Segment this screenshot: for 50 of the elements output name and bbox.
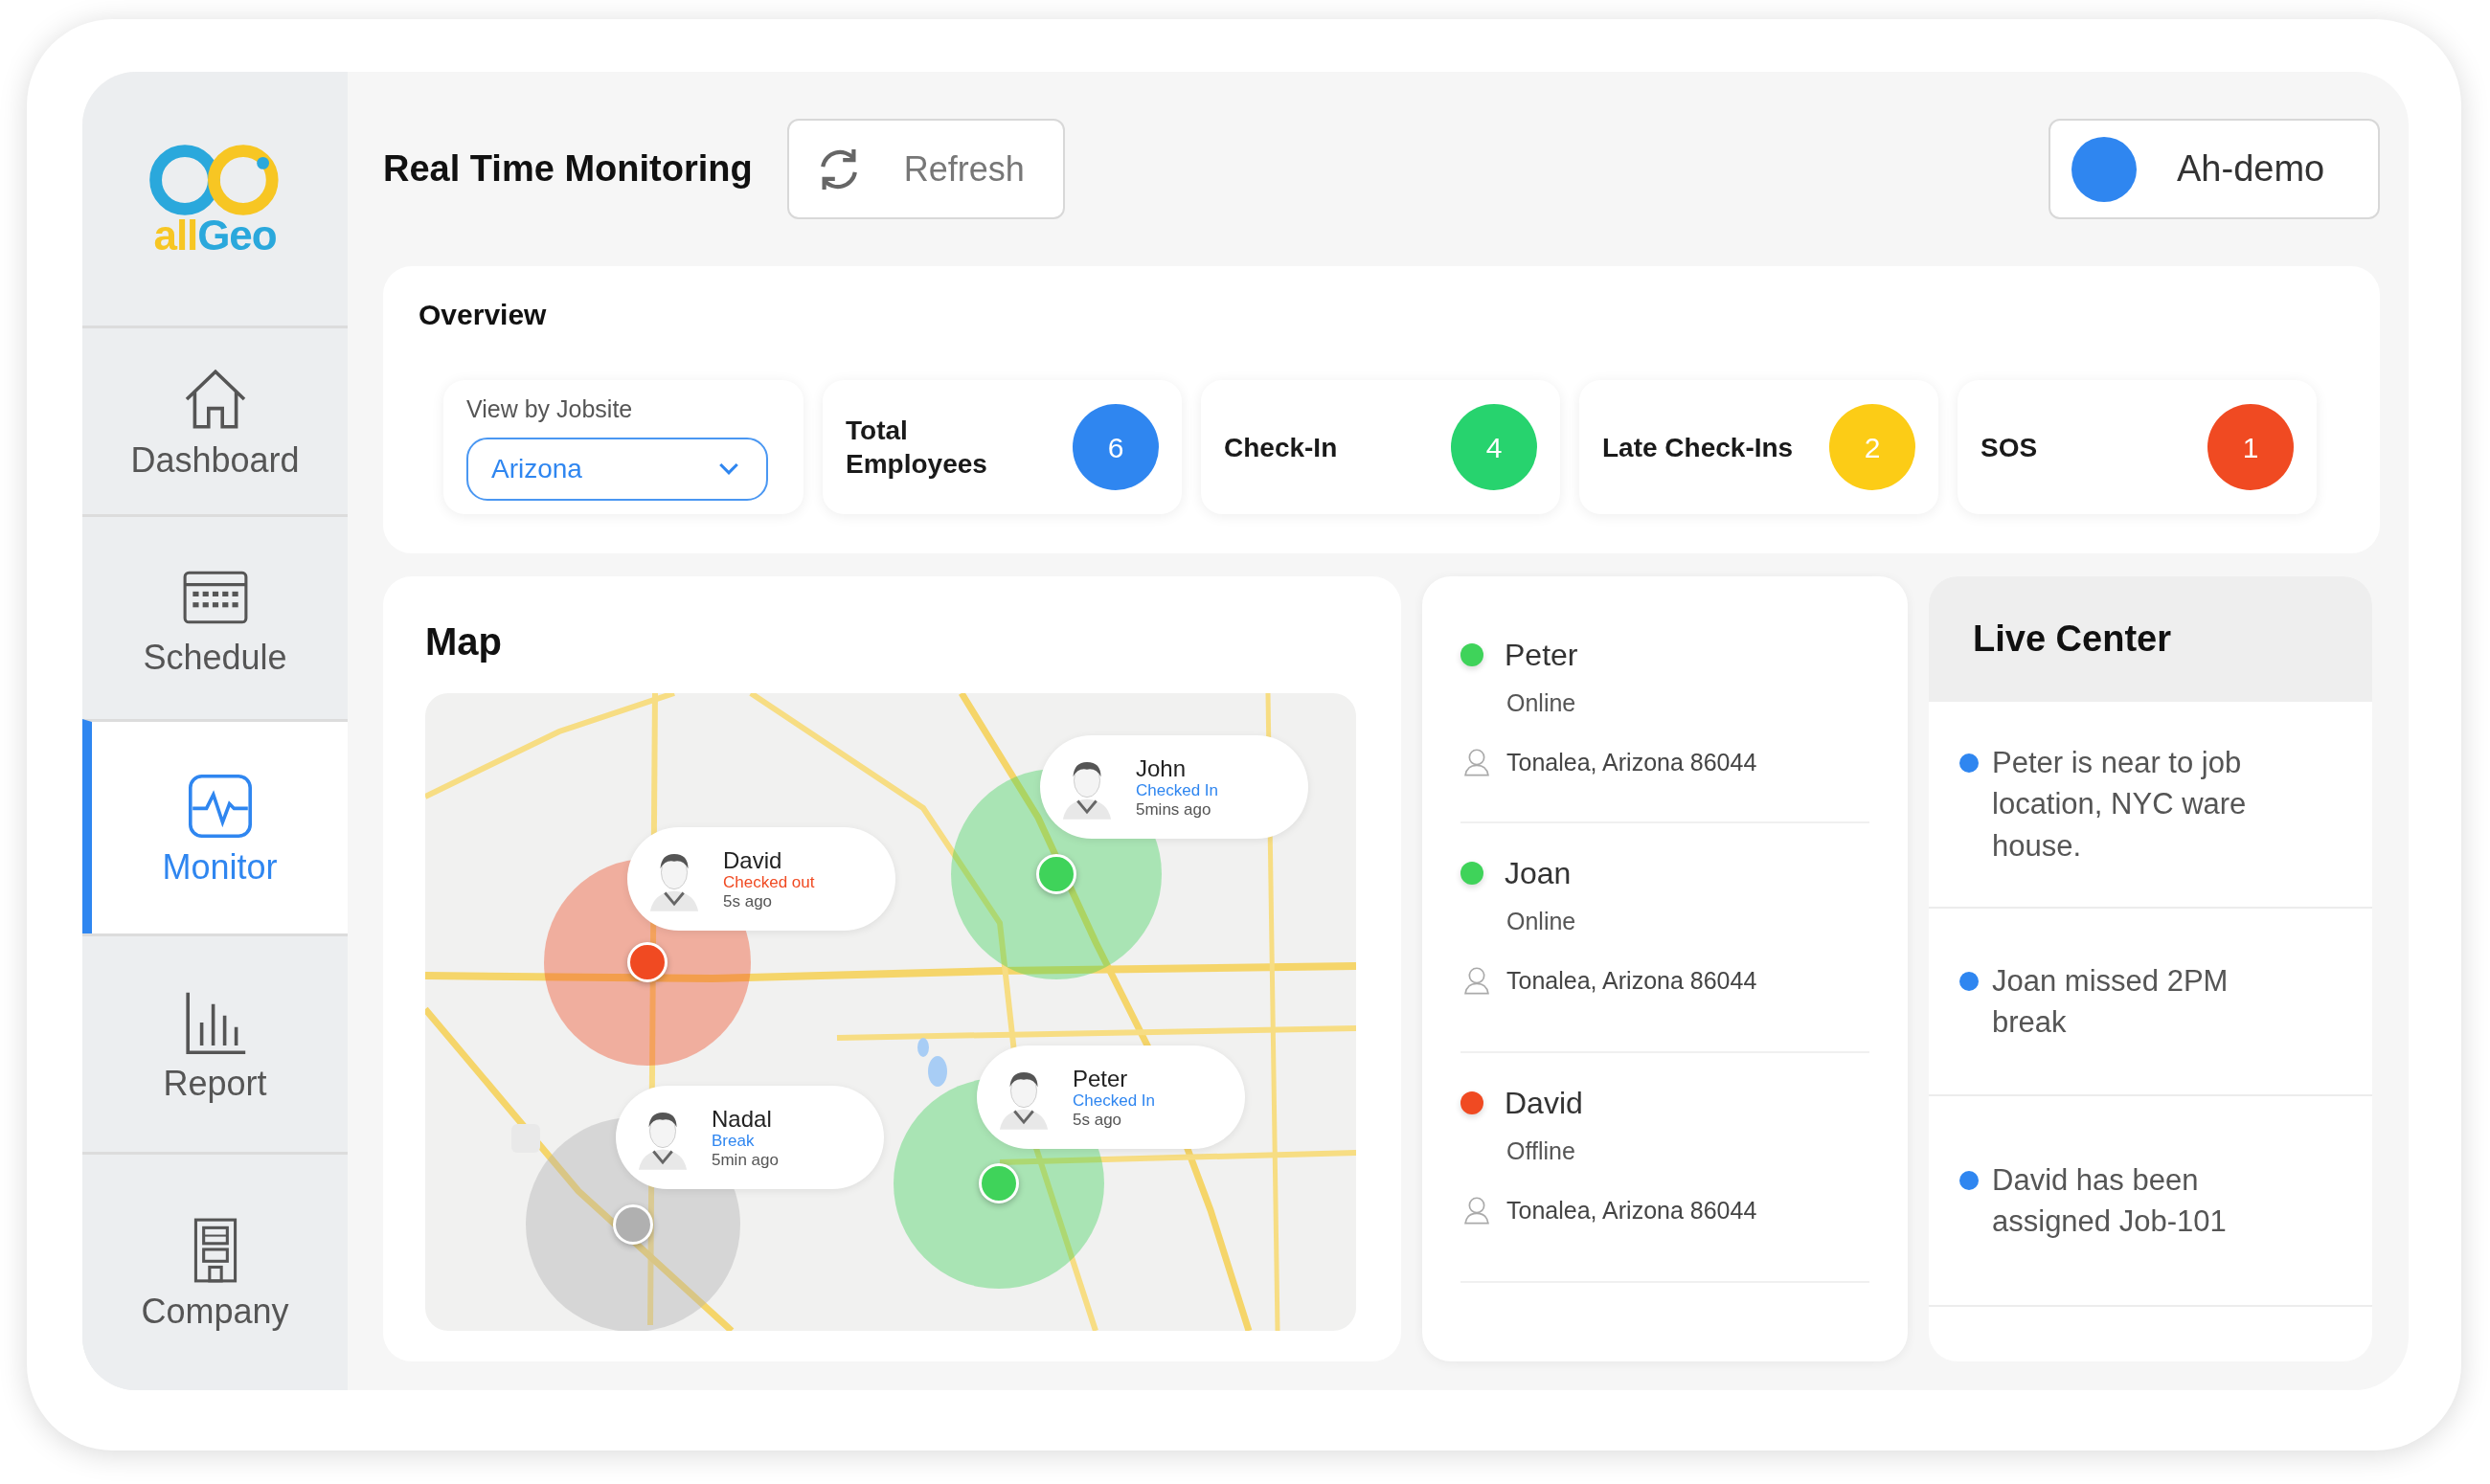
location-text: Tonalea, Arizona 86044: [1506, 747, 1757, 777]
employee-status: Checked out: [723, 873, 815, 892]
sidebar-item[interactable]: Company: [82, 1152, 348, 1390]
logo-text: allGeo: [153, 214, 277, 257]
notification-text: David has been assigned Job-101: [1992, 1161, 2228, 1240]
employee-name: Nadal: [712, 1105, 773, 1133]
employee-popup[interactable]: John Checked In 5mins ago: [1040, 735, 1308, 839]
notification-text: Peter is near to job location, NYC ware house.: [1992, 744, 2248, 865]
stat-label: Total Employees: [846, 415, 988, 481]
employee-name: Peter: [1505, 637, 1578, 674]
jobsite-dropdown[interactable]: Arizona: [466, 437, 768, 501]
employee-status: Offline: [1506, 1136, 1576, 1166]
employee-status: Break: [712, 1132, 756, 1151]
section-title: Map: [425, 619, 503, 664]
notification-text: Joan missed 2PM break: [1992, 962, 2230, 1041]
employee-name: David: [723, 846, 783, 874]
employee-status: Online: [1506, 907, 1577, 936]
employee-popup[interactable]: Nadal Break 5min ago: [616, 1086, 884, 1189]
employee-row[interactable]: Joan Online Tonalea, Arizona 86044: [1460, 823, 1869, 1053]
employee-row[interactable]: Peter Online Tonalea, Arizona 86044: [1460, 605, 1869, 823]
field-label: View by Jobsite: [466, 394, 634, 424]
panel-title: Live Center: [1973, 618, 2171, 661]
stat-label: Late Check-Ins: [1602, 431, 1795, 464]
section-title: Overview: [419, 298, 548, 332]
time-ago: 5min ago: [712, 1150, 779, 1170]
employee-name: Peter: [1073, 1065, 1129, 1092]
stat-label: SOS: [1981, 431, 2039, 464]
employee-popup[interactable]: Peter Checked In 5s ago: [977, 1046, 1245, 1149]
time-ago: 5s ago: [723, 891, 774, 911]
count-badge: 4: [1451, 404, 1537, 490]
employee-name: David: [1505, 1085, 1583, 1122]
employee-status: Online: [1506, 688, 1577, 718]
page-title: Real Time Monitoring: [383, 147, 753, 191]
count-badge: 6: [1073, 404, 1159, 490]
user-button[interactable]: Ah-demo: [2049, 119, 2380, 219]
employee-name: Joan: [1505, 855, 1572, 892]
sidebar-item[interactable]: Monitor: [82, 719, 348, 933]
stat-label: Check-In: [1224, 431, 1339, 464]
count-badge: 2: [1829, 404, 1915, 490]
employee-popup[interactable]: David Checked out 5s ago: [627, 827, 895, 931]
location-text: Tonalea, Arizona 86044: [1506, 1195, 1757, 1225]
employee-status: Checked In: [1136, 781, 1218, 800]
employee-name: John: [1136, 754, 1188, 782]
refresh-button[interactable]: Refresh: [786, 119, 1065, 219]
time-ago: 5s ago: [1073, 1110, 1123, 1130]
employee-row[interactable]: David Offline Tonalea, Arizona 86044: [1460, 1053, 1869, 1283]
time-ago: 5mins ago: [1136, 799, 1212, 820]
location-text: Tonalea, Arizona 86044: [1506, 965, 1757, 996]
count-badge: 1: [2207, 404, 2294, 490]
employee-status: Checked In: [1073, 1091, 1155, 1111]
